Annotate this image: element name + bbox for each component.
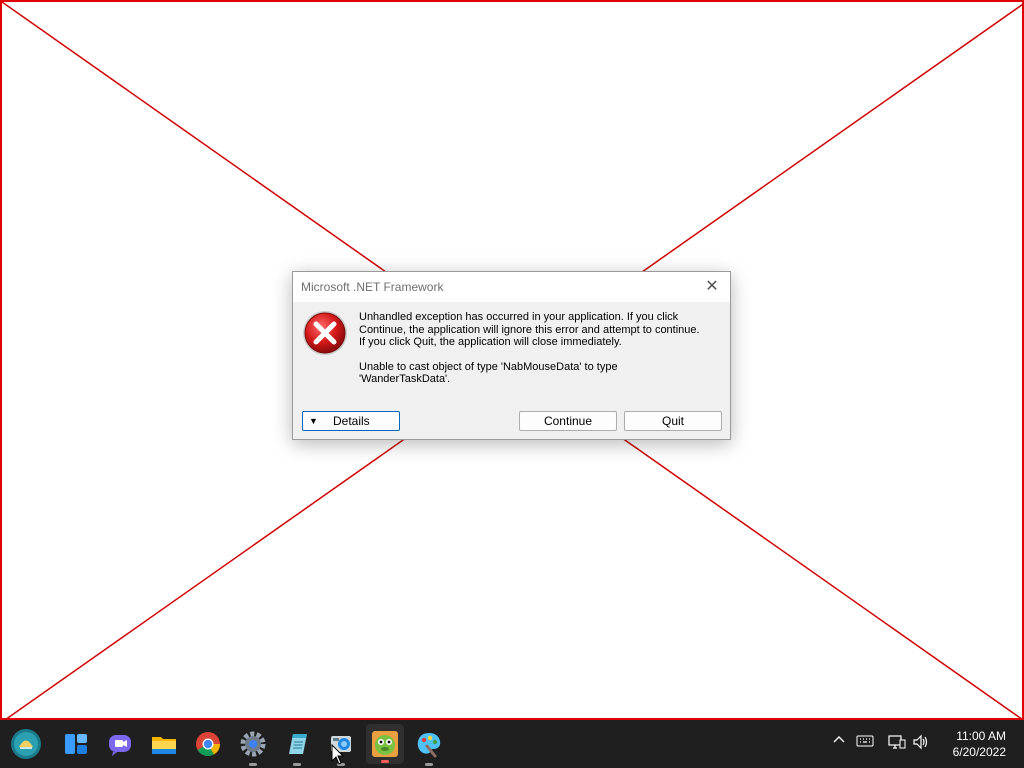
dialog-title: Microsoft .NET Framework	[301, 280, 444, 294]
close-button[interactable]: ✕	[698, 274, 726, 300]
chrome-icon[interactable]	[192, 728, 224, 760]
game-app-icon	[372, 731, 398, 757]
quit-button[interactable]: Quit	[624, 411, 722, 431]
error-detail-line: Unable to cast object of type 'NabMouseD…	[359, 360, 618, 373]
keyboard-icon[interactable]	[856, 734, 874, 751]
settings-icon	[240, 731, 266, 757]
start-icon[interactable]	[10, 728, 42, 760]
notepad-icon	[289, 734, 307, 754]
details-label: Details	[333, 414, 370, 428]
file-explorer-icon[interactable]	[148, 728, 180, 760]
chat-icon[interactable]	[104, 728, 136, 760]
message-line: Continue, the application will ignore th…	[359, 323, 700, 336]
error-detail-line: 'WanderTaskData'.	[359, 373, 451, 385]
message-line: Unhandled exception has occurred in your…	[359, 311, 679, 323]
details-button[interactable]: ▼ Details	[302, 411, 400, 431]
settings-icon-wrap[interactable]	[237, 728, 269, 766]
paint-icon-wrap[interactable]	[413, 728, 445, 766]
dialog-titlebar[interactable]: Microsoft .NET Framework ✕	[293, 272, 730, 302]
paint-icon	[417, 733, 441, 758]
clock-date: 6/20/2022	[952, 745, 1006, 759]
dialog-message: Unhandled exception has occurred in your…	[359, 311, 719, 386]
game-app-icon-wrap[interactable]	[366, 724, 404, 764]
continue-button[interactable]: Continue	[519, 411, 617, 431]
error-icon	[303, 311, 347, 355]
volume-icon[interactable]	[912, 734, 930, 753]
taskbar: 11:00 AM 6/20/2022	[0, 720, 1024, 768]
notepad-icon-wrap[interactable]	[281, 728, 313, 766]
widgets-icon[interactable]	[60, 728, 92, 760]
clock[interactable]: 11:00 AM 6/20/2022	[953, 728, 1006, 760]
clock-time: 11:00 AM	[956, 729, 1006, 743]
chevron-up-icon[interactable]	[832, 732, 846, 749]
running-indicator	[381, 760, 389, 763]
error-dialog: Microsoft .NET Framework ✕ Unhandled exc…	[292, 271, 731, 440]
mouse-cursor-icon	[331, 744, 345, 765]
message-line: If you click Quit, the application will …	[359, 336, 622, 348]
chevron-down-icon: ▼	[309, 416, 318, 426]
network-icon[interactable]	[888, 734, 906, 753]
